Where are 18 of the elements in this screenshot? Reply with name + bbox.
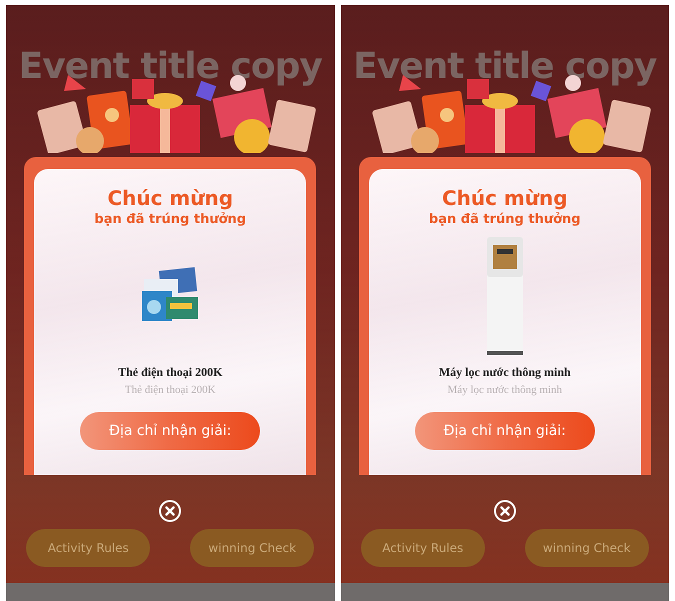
congrats-heading: Chúc mừng xyxy=(107,185,234,211)
prize-name: Thẻ điện thoại 200K xyxy=(118,365,222,380)
claim-address-button[interactable]: Địa chỉ nhận giải: xyxy=(414,412,595,450)
menu-button[interactable]: winning Check xyxy=(190,529,314,567)
claim-address-button[interactable]: Địa chỉ nhận giải: xyxy=(80,412,260,450)
prize-description: Máy lọc nước thông minh xyxy=(448,384,562,396)
menu-button[interactable]: Activity Rules xyxy=(26,529,150,567)
event-title: Event title copy xyxy=(18,45,322,89)
congrats-subheading: bạn đã trúng thưởng xyxy=(94,211,246,229)
close-icon[interactable] xyxy=(158,499,182,523)
menu-button[interactable]: Activity Rules xyxy=(360,529,485,567)
congrats-subheading: bạn đã trúng thưởng xyxy=(428,211,581,229)
prize-name: Máy lọc nước thông minh xyxy=(438,365,571,380)
congrats-heading: Chúc mừng xyxy=(442,185,568,211)
event-title: Event title copy xyxy=(353,45,656,89)
menu-button[interactable]: winning Check xyxy=(524,529,649,567)
prize-description: Thẻ điện thoại 200K xyxy=(124,384,216,396)
close-icon[interactable] xyxy=(492,499,517,523)
